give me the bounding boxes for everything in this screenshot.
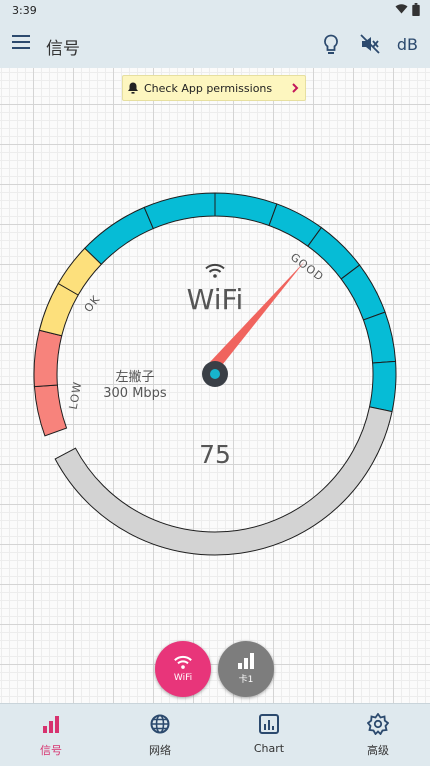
wifi-type-icon (205, 263, 225, 278)
chart-icon (259, 712, 279, 736)
wifi-mode-label: WiFi (173, 673, 193, 683)
gauge-segment-good (368, 360, 397, 413)
gauge-label-ok: OK (82, 293, 103, 315)
nav-label: 信号 (40, 744, 62, 757)
sim-mode-button[interactable]: 卡1 (218, 641, 274, 697)
gauge-segment-good (214, 192, 278, 227)
signal-value: 75 (199, 440, 231, 469)
nav-item-chart[interactable]: Chart (234, 712, 304, 762)
gauge-segment-low (33, 329, 63, 388)
gauge-segment-unused (54, 406, 393, 556)
bottom-navigation: 信号 网络 Chart 高级 (0, 703, 430, 766)
gauge-segment-low (33, 384, 68, 437)
gauge-segment-good (362, 311, 397, 364)
bar-chart-icon (42, 712, 60, 736)
signal-gauge: LOW OK GOOD (33, 192, 397, 556)
nav-item-advanced[interactable]: 高级 (343, 712, 413, 762)
globe-icon (150, 712, 170, 736)
ssid-label: 左撇子 (115, 370, 155, 385)
nav-item-network[interactable]: 网络 (125, 712, 195, 762)
gauge-segment-good (84, 206, 154, 265)
nav-item-signal[interactable]: 信号 (16, 712, 86, 762)
nav-label: 高级 (367, 744, 389, 757)
network-type-label: WiFi (186, 283, 244, 316)
nav-label: Chart (253, 742, 285, 755)
nav-label: 网络 (149, 744, 171, 757)
gauge-segment-good (143, 192, 216, 230)
advanced-gear-icon (367, 712, 389, 736)
wifi-icon (174, 656, 192, 669)
sim-mode-label: 卡1 (238, 675, 254, 685)
cellular-bars-icon (238, 653, 254, 669)
gauge-label-low: LOW (67, 380, 85, 410)
wifi-mode-button[interactable]: WiFi (155, 641, 211, 697)
link-speed-label: 300 Mbps (103, 386, 167, 401)
gauge-hub-center (210, 369, 220, 379)
